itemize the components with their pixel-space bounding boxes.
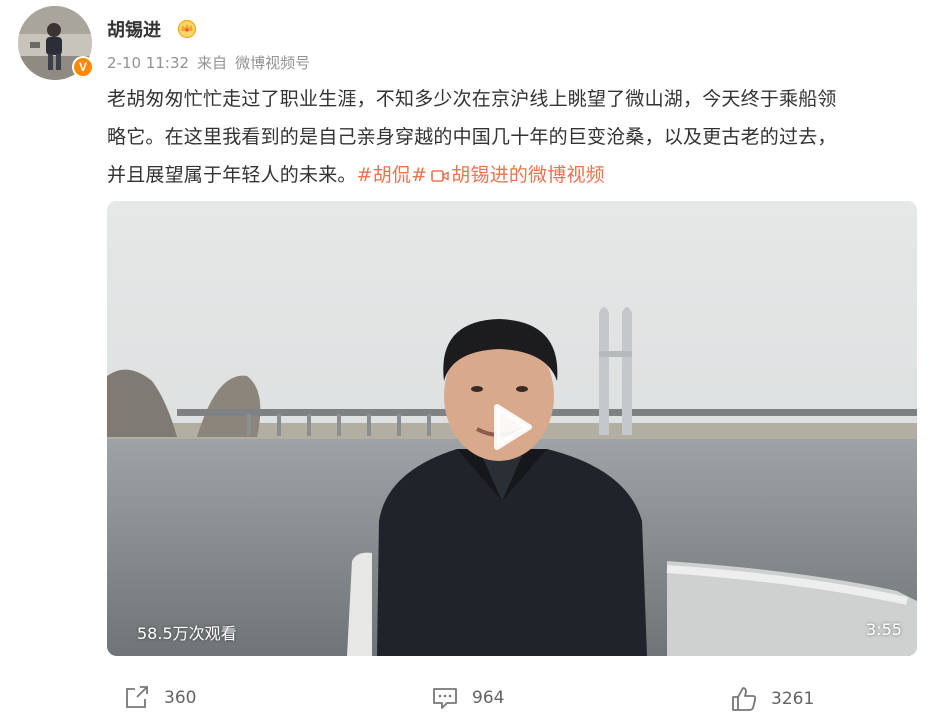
post-meta: 2-10 11:32 来自 微博视频号 — [107, 52, 318, 73]
video-link-label: 胡锡进的微博视频 — [451, 164, 605, 186]
comment-icon — [433, 688, 457, 709]
like-icon — [732, 687, 757, 711]
hashtag-link[interactable]: #胡侃# — [357, 164, 428, 186]
post-text: 老胡匆匆忙忙走过了职业生涯，不知多少次在京沪线上眺望了微山湖，今天终于乘船领 略… — [107, 80, 917, 194]
like-button[interactable]: 3261 — [731, 686, 814, 712]
source-link[interactable]: 微博视频号 — [235, 54, 310, 72]
video-player[interactable] — [107, 201, 917, 656]
comment-button[interactable]: 964 — [432, 686, 504, 710]
repost-button[interactable]: 360 — [124, 686, 196, 710]
verified-badge-icon: V — [72, 56, 94, 78]
post-text-line-3: 并且展望属于年轻人的未来。#胡侃# 胡锡进的微博视频 — [107, 156, 917, 194]
like-count: 3261 — [771, 689, 815, 709]
comment-count: 964 — [472, 688, 505, 708]
video-camera-icon — [431, 170, 449, 182]
video-link[interactable]: 胡锡进的微博视频 — [427, 164, 605, 186]
crown-icon — [177, 19, 197, 38]
video-duration: 3:55 — [866, 620, 902, 639]
verified-badge-label: V — [78, 60, 87, 74]
post-text-line-1: 老胡匆匆忙忙走过了职业生涯，不知多少次在京沪线上眺望了微山湖，今天终于乘船领 — [107, 88, 837, 110]
source-prefix: 来自 — [197, 54, 228, 72]
play-icon[interactable] — [479, 397, 539, 457]
video-view-count: 58.5万次观看 — [137, 624, 237, 643]
repost-count: 360 — [164, 688, 197, 708]
post-timestamp[interactable]: 2-10 11:32 — [107, 54, 189, 72]
post-text-line-2: 略它。在这里我看到的是自己亲身穿越的中国几十年的巨变沧桑，以及更古老的过去， — [107, 126, 837, 148]
username-link[interactable]: 胡锡进 — [107, 16, 161, 42]
share-icon — [126, 686, 148, 708]
post-text-line-3-body: 并且展望属于年轻人的未来。 — [107, 164, 357, 186]
